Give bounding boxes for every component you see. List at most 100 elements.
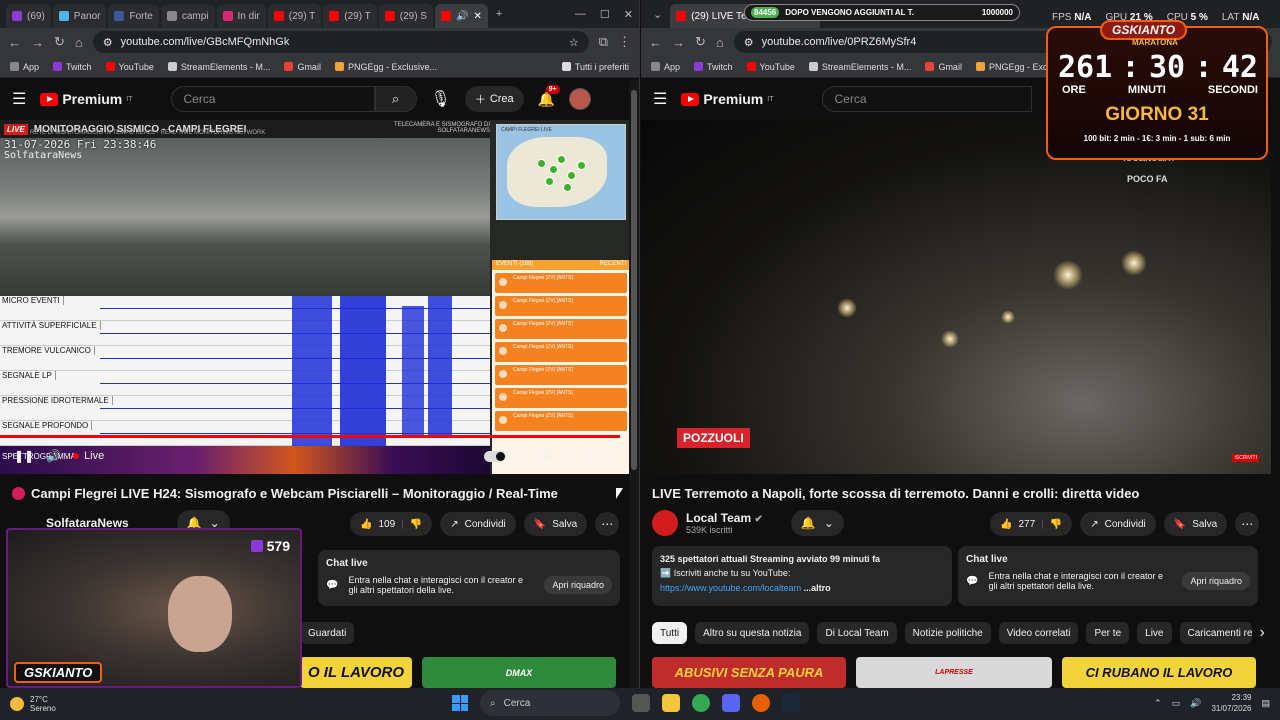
- site-info-icon[interactable]: ⚙: [744, 36, 754, 49]
- bookmark-gmail[interactable]: Gmail: [925, 62, 962, 72]
- chevron-right-icon[interactable]: ›: [1260, 624, 1265, 642]
- subscribe-watermark[interactable]: ISCRIVITI: [1232, 454, 1259, 462]
- bookmark-all-folder[interactable]: Tutti i preferiti: [561, 62, 629, 72]
- close-window-icon[interactable]: ✕: [618, 8, 639, 21]
- save-button[interactable]: 🔖 Salva: [523, 512, 588, 536]
- avatar[interactable]: [569, 88, 592, 110]
- fullscreen-icon[interactable]: ⤢: [606, 449, 616, 464]
- autoplay-toggle[interactable]: [483, 450, 506, 462]
- chip-related[interactable]: Video correlati: [998, 622, 1079, 644]
- video-thumbnail[interactable]: O IL LAVORO: [300, 657, 412, 688]
- youtube-logo[interactable]: Premium IT: [681, 91, 774, 107]
- minimize-icon[interactable]: —: [569, 8, 592, 20]
- chip-all[interactable]: Tutti: [652, 622, 688, 644]
- browser-tab-active[interactable]: 🔊 ✕: [434, 4, 488, 28]
- settings-gear-icon[interactable]: ⚙: [541, 449, 552, 463]
- search-input[interactable]: Cerca: [821, 86, 1032, 112]
- like-button[interactable]: 👍 109 | 👎: [350, 512, 433, 536]
- chrome-icon[interactable]: [692, 694, 710, 712]
- subtitles-icon[interactable]: ▭: [518, 449, 529, 463]
- bookmark-twitch[interactable]: Twitch: [694, 62, 733, 72]
- search-input[interactable]: Cerca: [170, 86, 375, 112]
- chevron-up-icon[interactable]: ⌃: [1154, 698, 1162, 709]
- start-windows-icon[interactable]: [452, 695, 468, 711]
- bookmark-star-icon[interactable]: ☆: [569, 36, 579, 49]
- weather-widget[interactable]: 27°C Sereno: [0, 695, 56, 713]
- bookmark-apps[interactable]: App: [651, 62, 680, 72]
- tab-search-icon[interactable]: ⌄: [647, 8, 668, 21]
- bookmark-youtube[interactable]: YouTube: [746, 62, 795, 72]
- chip-recent-uploads[interactable]: Caricamenti rece: [1179, 622, 1252, 644]
- bookmark-youtube[interactable]: YouTube: [105, 62, 154, 72]
- notifications-icon[interactable]: ▤: [1261, 698, 1270, 709]
- browser-tab[interactable]: (29) T: [267, 4, 322, 28]
- more-icon[interactable]: ⋯: [595, 512, 620, 536]
- open-chat-button[interactable]: Apri riquadro: [1182, 572, 1250, 590]
- firefox-icon[interactable]: [752, 694, 770, 712]
- network-icon[interactable]: ▭: [1172, 698, 1181, 709]
- chip-channel[interactable]: Di Local Team: [817, 622, 897, 644]
- bookmark-pngegg[interactable]: PNGEgg - Exclusive...: [334, 62, 437, 72]
- chip-live[interactable]: Live: [1137, 622, 1172, 644]
- back-icon[interactable]: ←: [8, 35, 21, 50]
- video-thumbnail[interactable]: DMAX: [422, 657, 616, 688]
- share-button[interactable]: ↗ Condividi: [1080, 512, 1156, 536]
- home-icon[interactable]: ⌂: [716, 35, 724, 50]
- menu-icon[interactable]: ⋮: [618, 34, 631, 50]
- volume-icon[interactable]: 🔊: [1190, 698, 1201, 709]
- scrollbar[interactable]: [629, 80, 639, 688]
- browser-tab[interactable]: Panor: [52, 4, 107, 28]
- description-link[interactable]: https://www.youtube.com/localteam: [660, 583, 801, 593]
- cast-icon[interactable]: ⊡: [584, 449, 594, 463]
- file-explorer-icon[interactable]: [662, 694, 680, 712]
- discord-icon[interactable]: [722, 694, 740, 712]
- bookmark-gmail[interactable]: Gmail: [284, 62, 321, 72]
- progress-bar[interactable]: [0, 435, 620, 438]
- pause-icon[interactable]: ❚❚: [14, 449, 34, 463]
- volume-icon[interactable]: 🔊: [46, 449, 61, 463]
- share-button[interactable]: ↗ Condividi: [440, 512, 516, 536]
- forward-icon[interactable]: →: [31, 35, 44, 50]
- channel-avatar[interactable]: [652, 510, 678, 536]
- video-thumbnail[interactable]: LAPRESSE: [856, 657, 1052, 688]
- video-thumbnail[interactable]: ABUSIVI SENZA PAURA: [652, 657, 846, 688]
- reload-icon[interactable]: ↻: [695, 34, 706, 50]
- open-chat-button[interactable]: Apri riquadro: [544, 576, 612, 594]
- video-player[interactable]: localteam POCO FA POZZUOLI ISCRIVITI: [641, 120, 1271, 474]
- close-icon[interactable]: ✕: [473, 11, 481, 22]
- bookmark-streamelements[interactable]: StreamElements - M...: [167, 62, 270, 72]
- like-button[interactable]: 👍 277 | 👎: [990, 512, 1073, 536]
- menu-hamburger-icon[interactable]: ☰: [653, 89, 667, 109]
- subscribed-bell-button[interactable]: 🔔 ⌄: [790, 510, 844, 536]
- chip-for-you[interactable]: Per te: [1086, 622, 1130, 644]
- browser-tab[interactable]: (29) T: [323, 4, 377, 28]
- maximize-icon[interactable]: ☐: [594, 8, 616, 21]
- browser-tab[interactable]: In dir: [216, 4, 266, 28]
- live-indicator[interactable]: Live: [73, 450, 104, 462]
- bookmark-twitch[interactable]: Twitch: [53, 62, 92, 72]
- video-thumbnail[interactable]: CI RUBANO IL LAVORO: [1062, 657, 1256, 688]
- site-info-icon[interactable]: ⚙: [103, 36, 113, 49]
- youtube-logo[interactable]: Premium IT: [40, 91, 133, 107]
- notifications-bell-icon[interactable]: 🔔 9+: [538, 84, 560, 108]
- more-icon[interactable]: ⋯: [1235, 512, 1260, 536]
- video-player[interactable]: LIVE MONITORAGGIO SISMICO - CAMPI FLEGRE…: [0, 120, 639, 474]
- chip-watched[interactable]: Guardati: [300, 622, 355, 644]
- menu-hamburger-icon[interactable]: ☰: [12, 89, 26, 109]
- browser-tab[interactable]: campi: [160, 4, 215, 28]
- miniplayer-icon[interactable]: ⧉: [564, 449, 573, 464]
- search-icon[interactable]: ⌕: [374, 86, 417, 112]
- bookmark-apps[interactable]: App: [10, 62, 39, 72]
- browser-tab[interactable]: (29) S: [378, 4, 433, 28]
- steam-icon[interactable]: [782, 694, 800, 712]
- extensions-icon[interactable]: ⧉: [599, 34, 608, 50]
- new-tab-icon[interactable]: +: [490, 8, 508, 20]
- chip-politics[interactable]: Notizie politiche: [904, 622, 991, 644]
- create-button[interactable]: ＋ Crea: [464, 86, 524, 112]
- save-button[interactable]: 🔖 Salva: [1163, 512, 1228, 536]
- clock[interactable]: 23:39 31/07/2026: [1211, 692, 1251, 714]
- url-field[interactable]: ⚙ youtube.com/live/GBcMFQmNhGk ☆: [92, 31, 589, 53]
- back-icon[interactable]: ←: [649, 35, 662, 50]
- browser-tab[interactable]: Forte: [108, 4, 159, 28]
- home-icon[interactable]: ⌂: [75, 35, 83, 50]
